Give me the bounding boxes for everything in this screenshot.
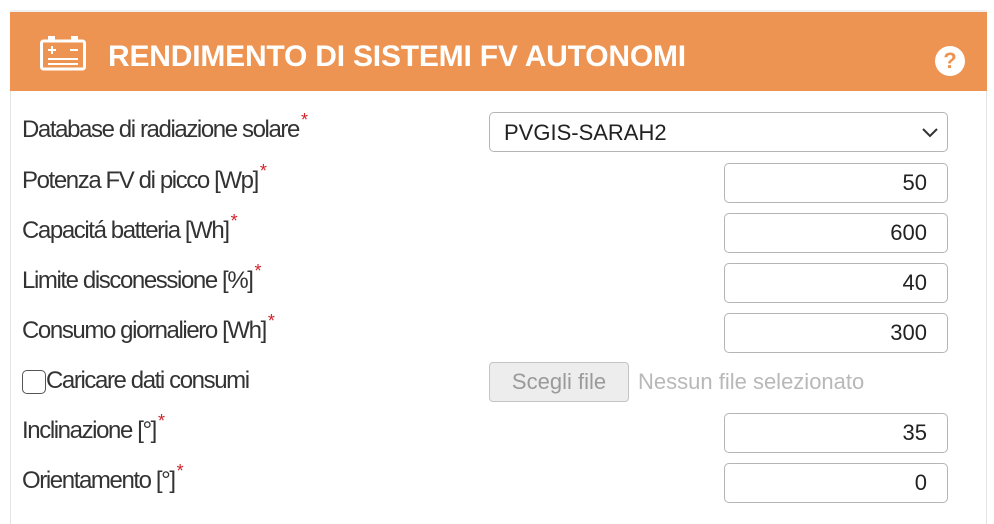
required-mark: * xyxy=(254,261,262,281)
azimuth-input[interactable] xyxy=(724,463,948,503)
file-status-text: Nessun file selezionato xyxy=(638,369,865,394)
required-mark: * xyxy=(157,411,165,431)
slope-input[interactable] xyxy=(724,413,948,453)
battery-icon xyxy=(40,36,86,71)
upload-consumption-checkbox[interactable] xyxy=(22,370,46,394)
panel-header: RENDIMENTO DI SISTEMI FV AUTONOMI ? xyxy=(10,10,987,91)
required-mark: * xyxy=(267,311,275,331)
peak-power-label: Potenza FV di picco [Wp] * xyxy=(22,161,267,194)
daily-consumption-input[interactable] xyxy=(724,313,948,353)
slope-label: Inclinazione [°] * xyxy=(22,411,165,444)
peak-power-input[interactable] xyxy=(724,163,948,203)
required-mark: * xyxy=(176,461,184,481)
daily-consumption-label: Consumo giornaliero [Wh] * xyxy=(22,311,275,344)
chevron-down-icon xyxy=(922,128,938,138)
radiation-db-select[interactable]: PVGIS-SARAH2 xyxy=(489,112,948,152)
required-mark: * xyxy=(259,161,267,181)
required-mark: * xyxy=(230,211,238,231)
choose-file-button[interactable]: Scegli file xyxy=(489,362,629,402)
battery-capacity-label: Capacitá batteria [Wh] * xyxy=(22,211,238,244)
page-title: RENDIMENTO DI SISTEMI FV AUTONOMI xyxy=(108,40,686,73)
cutoff-limit-input[interactable] xyxy=(724,263,948,303)
cutoff-limit-label: Limite disconessione [%] * xyxy=(22,261,262,294)
radiation-db-label: Database di radiazione solare * xyxy=(22,110,308,143)
battery-capacity-input[interactable] xyxy=(724,213,948,253)
radiation-db-value: PVGIS-SARAH2 xyxy=(504,120,667,145)
required-mark: * xyxy=(300,110,308,130)
azimuth-label: Orientamento [°] * xyxy=(22,461,184,494)
help-icon[interactable]: ? xyxy=(935,46,965,76)
upload-consumption-label: Caricare dati consumi xyxy=(46,367,250,394)
